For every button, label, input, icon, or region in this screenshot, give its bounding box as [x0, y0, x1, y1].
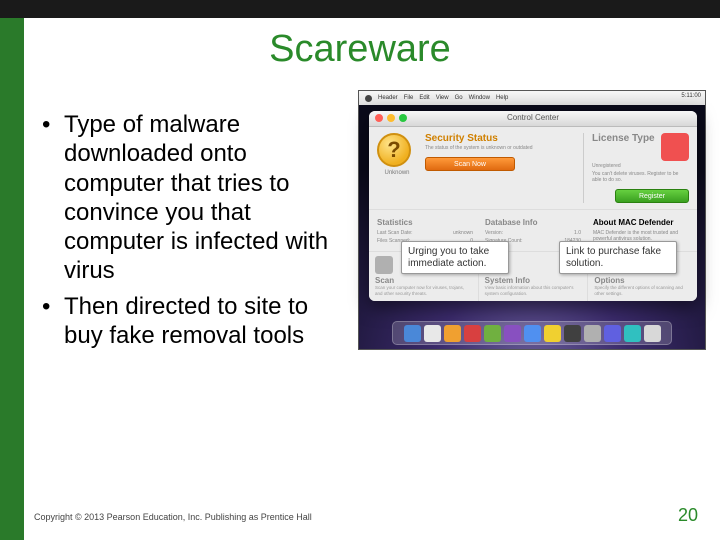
- copyright-text: Copyright © 2013 Pearson Education, Inc.…: [34, 512, 312, 522]
- slide-body: Type of malware downloaded onto computer…: [36, 110, 346, 356]
- menu-item: Header: [378, 95, 398, 101]
- scareware-screenshot: Header File Edit View Go Window Help 5:1…: [358, 90, 706, 350]
- page-number: 20: [678, 505, 698, 526]
- footer-opt-text: Specify the different options of scannin…: [594, 285, 691, 296]
- dock-item[interactable]: [504, 325, 521, 342]
- dock-item[interactable]: [404, 325, 421, 342]
- dialog-top-row: ? Unknown Security Status The status of …: [369, 127, 697, 203]
- stat-val: 1.0: [574, 230, 581, 236]
- slide-title: Scareware: [0, 28, 720, 71]
- menu-item: View: [436, 95, 449, 101]
- dock-item[interactable]: [444, 325, 461, 342]
- menu-item: Go: [455, 95, 463, 101]
- question-shield-icon: ?: [377, 133, 411, 167]
- dock-item[interactable]: [484, 325, 501, 342]
- stat-row: Version: 1.0: [485, 230, 581, 236]
- statistics-heading: Statistics: [377, 218, 473, 227]
- stat-key: Last Scan Date:: [377, 230, 413, 236]
- menu-item: Window: [469, 95, 490, 101]
- security-heading: Security Status: [425, 133, 575, 144]
- magnifier-icon: [375, 256, 393, 274]
- dock-item[interactable]: [564, 325, 581, 342]
- bullet-item: Then directed to site to buy fake remova…: [36, 292, 346, 351]
- license-status: Unregistered: [592, 163, 689, 169]
- dock-item[interactable]: [584, 325, 601, 342]
- license-subtext: You can't delete viruses. Register to be…: [592, 171, 689, 183]
- dock-item[interactable]: [464, 325, 481, 342]
- database-heading: Database Info: [485, 218, 581, 227]
- menubar-clock: 5:11:00: [681, 93, 701, 99]
- stat-val: unknown: [453, 230, 473, 236]
- dialog-titlebar: Control Center: [369, 111, 697, 127]
- menu-item: File: [404, 95, 414, 101]
- footer-scan-heading: Scan: [375, 276, 472, 285]
- footer-opt-heading: Options: [594, 276, 691, 285]
- footer-scan-text: Scan your computer now for viruses, troj…: [375, 285, 472, 296]
- footer-sys-text: View basic information about this comput…: [485, 285, 582, 296]
- license-block: License Type Unregistered You can't dele…: [583, 133, 689, 203]
- mac-dock: [392, 321, 672, 345]
- mac-menubar: Header File Edit View Go Window Help 5:1…: [359, 91, 705, 105]
- license-badge-icon: [661, 133, 689, 161]
- menu-item: Help: [496, 95, 508, 101]
- dialog-title: Control Center: [369, 113, 697, 122]
- dock-item[interactable]: [624, 325, 641, 342]
- dock-item[interactable]: [524, 325, 541, 342]
- dock-item[interactable]: [424, 325, 441, 342]
- footer-sys-heading: System Info: [485, 276, 582, 285]
- about-heading: About MAC Defender: [593, 218, 689, 227]
- slide-accent-top: [0, 0, 720, 18]
- stat-row: Last Scan Date: unknown: [377, 230, 473, 236]
- bullet-item: Type of malware downloaded onto computer…: [36, 110, 346, 286]
- callout-purchase-link: Link to purchase fake solution.: [559, 241, 677, 274]
- dock-item[interactable]: [644, 325, 661, 342]
- bullet-list: Type of malware downloaded onto computer…: [36, 110, 346, 350]
- security-icon-block: ? Unknown: [377, 133, 417, 203]
- callout-urging-action: Urging you to take immediate action.: [401, 241, 509, 274]
- slide-accent-left: [0, 0, 24, 540]
- register-button[interactable]: Register: [615, 189, 689, 203]
- scan-now-button[interactable]: Scan Now: [425, 157, 515, 171]
- security-subtext: The status of the system is unknown or o…: [425, 145, 575, 151]
- security-status-label: Unknown: [377, 170, 417, 176]
- apple-icon: [365, 95, 372, 102]
- menu-item: Edit: [419, 95, 429, 101]
- dock-item[interactable]: [604, 325, 621, 342]
- dock-item[interactable]: [544, 325, 561, 342]
- security-status-block: Security Status The status of the system…: [425, 133, 575, 203]
- stat-key: Version:: [485, 230, 503, 236]
